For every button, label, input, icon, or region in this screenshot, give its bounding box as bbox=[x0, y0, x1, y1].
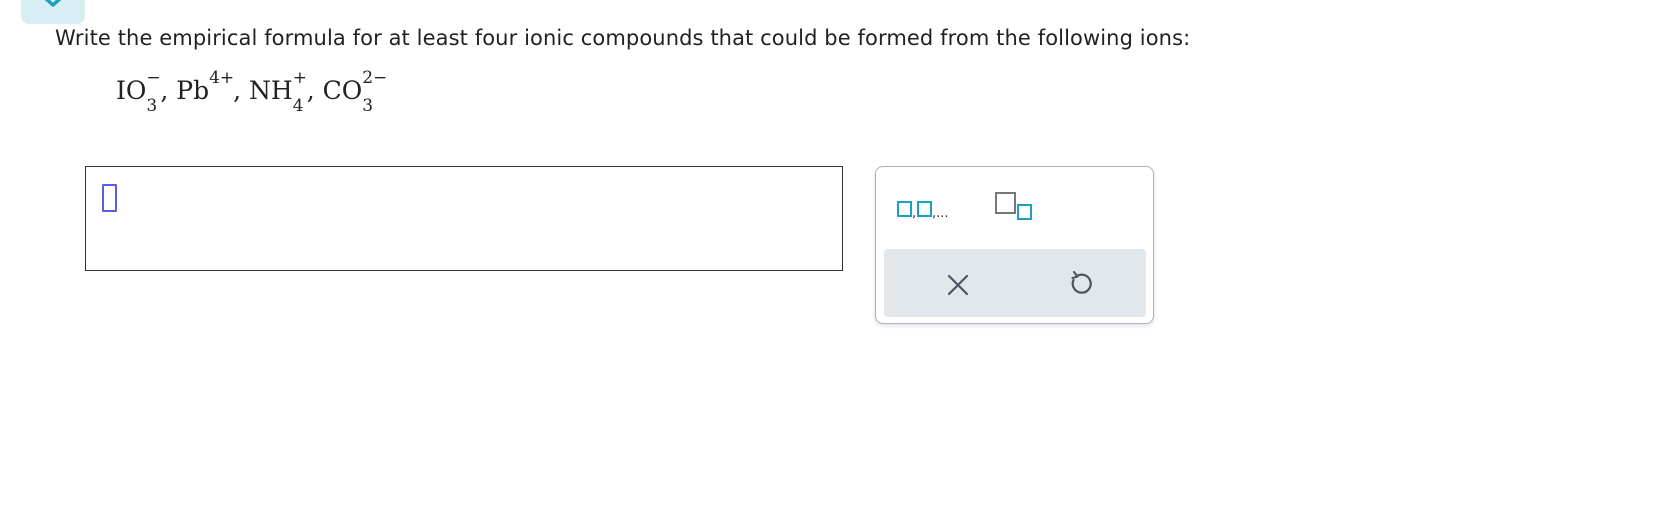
undo-icon bbox=[1071, 270, 1092, 294]
ion-base: NH bbox=[249, 76, 293, 105]
list-template-icon: , ,... bbox=[897, 201, 949, 221]
ion-separator: , bbox=[306, 76, 315, 105]
ion-subscript: 3 bbox=[146, 96, 158, 116]
ion-base: Pb bbox=[176, 76, 210, 105]
math-toolbar: , ,... bbox=[875, 166, 1154, 324]
clear-x-icon bbox=[947, 274, 969, 296]
svg-text:,: , bbox=[912, 206, 916, 221]
collapse-toggle-button[interactable] bbox=[21, 0, 85, 24]
clear-button[interactable] bbox=[944, 271, 972, 299]
ion-subscript: 4 bbox=[292, 96, 304, 116]
ion-separator: , bbox=[233, 76, 242, 105]
ion-ammonium: NH +4, bbox=[249, 70, 315, 126]
ion-separator: , bbox=[160, 76, 169, 105]
subscript-template-button[interactable] bbox=[994, 191, 1036, 223]
ion-charge: − bbox=[146, 68, 161, 88]
ion-base: IO bbox=[116, 76, 147, 105]
action-bar bbox=[884, 249, 1146, 317]
ion-list: IO −3, Pb 4+, NH +4, CO 2− 3 bbox=[116, 70, 388, 126]
ion-subscript: 3 bbox=[362, 96, 374, 116]
ion-charge: 2− bbox=[362, 68, 388, 88]
subscript-template-icon bbox=[995, 192, 1032, 220]
svg-text:,...: ,... bbox=[932, 206, 949, 221]
ion-carbonate: CO 2− 3 bbox=[322, 70, 388, 126]
ion-charge: + bbox=[292, 68, 307, 88]
input-placeholder-cursor bbox=[102, 184, 117, 212]
ion-iodate: IO − 3, bbox=[116, 70, 169, 126]
ion-base: CO bbox=[322, 76, 363, 105]
chevron-down-icon bbox=[44, 0, 62, 7]
answer-input[interactable] bbox=[85, 166, 843, 271]
ion-charge: 4+ bbox=[209, 68, 235, 88]
question-prompt: Write the empirical formula for at least… bbox=[55, 26, 1191, 50]
undo-button[interactable] bbox=[1066, 269, 1096, 299]
list-template-button[interactable]: , ,... bbox=[896, 193, 958, 223]
ion-lead: Pb 4+, bbox=[176, 70, 242, 126]
